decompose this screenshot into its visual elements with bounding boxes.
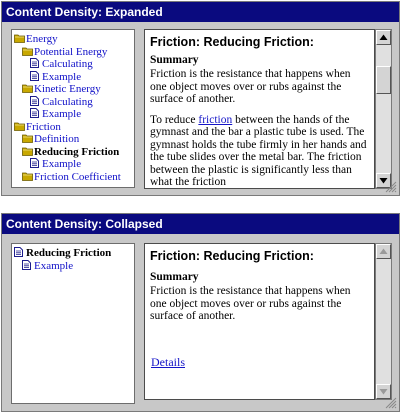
folder-icon [22,47,33,56]
expanded-panel: Content Density: Expanded Energy Potentia… [1,1,400,196]
tree-item[interactable]: Example [12,70,134,84]
tree-item[interactable]: Friction Coefficient [12,171,134,184]
summary-text: Friction is the resistance that happens … [150,68,351,105]
folder-icon [22,134,33,143]
tree-item[interactable]: Calculating [12,95,134,109]
body-text-before-link: To reduce [150,113,199,126]
tree-item-label: Energy [26,33,58,45]
document-icon [30,108,39,118]
folder-icon [14,122,25,131]
tree-item-label: Friction [26,120,61,133]
tree-item-label: Reducing Friction [34,145,120,158]
tree-item[interactable]: Example [12,108,134,121]
collapsed-scrollbar[interactable] [375,243,392,400]
tree-item-label: Definition [34,133,80,145]
document-icon [30,95,39,106]
tree-item-label: Potential Energy [34,45,108,58]
scroll-up-button[interactable] [376,244,391,259]
tree-item[interactable]: Example [12,158,134,171]
folder-icon [14,34,25,43]
collapsed-panel: Content Density: Collapsed Reducing Fric… [1,213,400,412]
tree-item-label: Calculating [42,95,93,108]
summary-heading: Summary [150,54,199,66]
tree-item[interactable]: Example [12,259,134,273]
expanded-scrollbar[interactable] [375,29,392,189]
summary-text: Friction is the resistance that happens … [150,285,351,322]
tree-item[interactable]: Reducing Friction [12,146,134,159]
collapsed-content-pane: Friction: Reducing Friction: Summary Fri… [144,243,375,400]
content-title: Friction: Reducing Friction: [150,35,314,49]
tree-item[interactable]: Calculating [12,58,134,71]
tree-item-label: Calculating [42,58,93,70]
summary-heading: Summary [150,271,199,283]
tree-item[interactable]: Kinetic Energy [12,83,134,96]
document-icon [30,158,39,168]
resize-grip-icon[interactable] [385,397,397,409]
collapsed-title-bar: Content Density: Collapsed [2,214,399,234]
tree-item-label: Example [42,108,82,120]
tree-item[interactable]: Reducing Friction [12,247,134,260]
document-icon [30,70,39,81]
folder-icon [22,172,33,181]
tree-item-label: Example [42,158,82,170]
friction-link[interactable]: friction [198,114,232,126]
tree-item[interactable]: Energy [12,33,134,46]
tree-item-label: Reducing Friction [26,247,112,259]
document-icon [30,58,39,68]
arrow-up-icon [379,34,388,40]
content-title: Friction: Reducing Friction: [150,249,314,263]
document-icon [14,247,23,257]
tree-item-label: Kinetic Energy [34,83,101,95]
collapsed-tree: Reducing Friction Example [11,243,135,404]
details-link[interactable]: Details [151,355,185,369]
tree-item[interactable]: Potential Energy [12,46,134,59]
arrow-up-icon [379,248,388,254]
expanded-title-bar: Content Density: Expanded [2,2,399,22]
tree-item-label: Example [42,70,82,83]
folder-icon [22,147,33,156]
document-icon [22,259,31,270]
folder-icon [22,84,33,93]
scroll-thumb[interactable] [376,66,391,94]
expanded-content-pane: Friction: Reducing Friction: Summary Fri… [144,29,375,189]
expanded-tree: Energy Potential Energy Calculating Example… [11,29,135,188]
tree-item[interactable]: Definition [12,133,134,146]
tree-item-label: Friction Coefficient [34,170,121,183]
body-text: To reduce friction between the hands of … [150,114,369,189]
resize-grip-icon[interactable] [385,181,397,193]
tree-item[interactable]: Friction [12,121,134,134]
tree-item-label: Example [34,259,74,272]
scroll-up-button[interactable] [376,30,391,45]
